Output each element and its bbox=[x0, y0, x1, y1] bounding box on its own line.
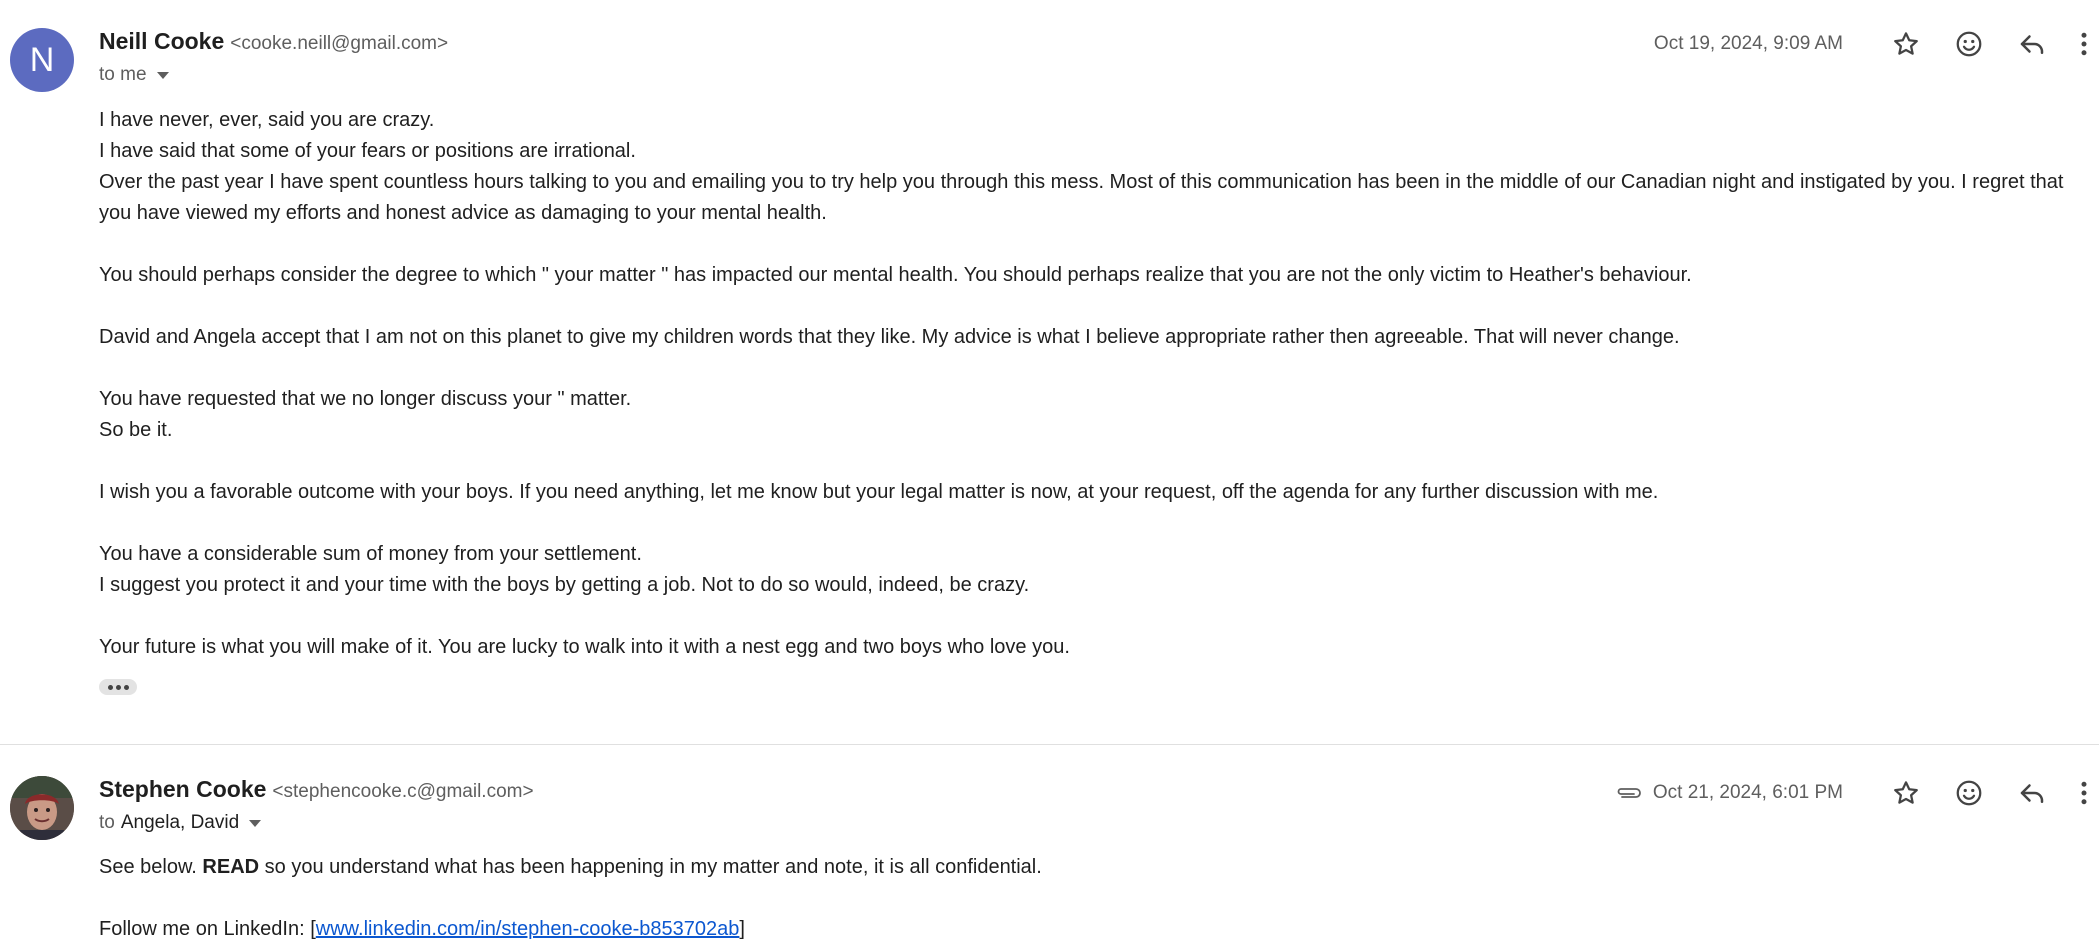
recipients-names: Angela, David bbox=[120, 812, 240, 833]
body-line: You should perhaps consider the degree t… bbox=[99, 264, 1692, 286]
chevron-down-icon[interactable] bbox=[249, 819, 262, 827]
sender-header: Neill Cooke <cooke.neill@gmail.com> bbox=[99, 28, 448, 60]
sender-name[interactable]: Neill Cooke bbox=[99, 28, 224, 55]
sender-email: <cooke.neill@gmail.com> bbox=[230, 33, 449, 54]
message-body: I have never, ever, said you are crazy. … bbox=[99, 105, 2089, 663]
star-icon[interactable] bbox=[1884, 24, 1928, 64]
body-line: Your future is what you will make of it.… bbox=[99, 636, 1070, 658]
message-divider bbox=[0, 744, 2099, 745]
more-vert-icon[interactable] bbox=[2069, 24, 2099, 64]
message-date: Oct 21, 2024, 6:01 PM bbox=[1652, 782, 1843, 803]
body-line: You have requested that we no longer dis… bbox=[99, 388, 632, 410]
body-line: You have a considerable sum of money fro… bbox=[99, 543, 642, 565]
body-line: David and Angela accept that I am not on… bbox=[99, 326, 1680, 348]
body-line: So be it. bbox=[99, 419, 173, 441]
sender-email: <stephencooke.c@gmail.com> bbox=[272, 781, 534, 802]
attachment-icon bbox=[1615, 783, 1643, 803]
message-date: Oct 19, 2024, 9:09 AM bbox=[1653, 33, 1843, 54]
sender-avatar[interactable] bbox=[10, 776, 74, 840]
body-line: I have said that some of your fears or p… bbox=[99, 140, 636, 162]
body-bold-text: READ bbox=[202, 856, 260, 878]
body-line: I have never, ever, said you are crazy. bbox=[99, 109, 435, 131]
body-line: I wish you a favorable outcome with your… bbox=[99, 481, 1659, 503]
body-text: so you understand what has been happenin… bbox=[259, 856, 1042, 878]
reply-icon[interactable] bbox=[2010, 24, 2054, 64]
sender-header: Stephen Cooke <stephencooke.c@gmail.com> bbox=[99, 776, 534, 808]
body-text: ] bbox=[739, 918, 745, 940]
linkedin-link[interactable]: www.linkedin.com/in/stephen-cooke-b85370… bbox=[316, 918, 740, 940]
recipients-toggle[interactable]: to Angela, David bbox=[99, 812, 262, 834]
reply-icon[interactable] bbox=[2010, 773, 2054, 813]
message-neill-cooke: N Neill Cooke <cooke.neill@gmail.com> to… bbox=[0, 0, 2099, 744]
body-text: See below. bbox=[99, 856, 203, 878]
body-line: Over the past year I have spent countles… bbox=[99, 171, 2064, 224]
body-line: I suggest you protect it and your time w… bbox=[99, 574, 1030, 596]
sender-name[interactable]: Stephen Cooke bbox=[99, 776, 266, 803]
message-actions: Oct 19, 2024, 9:09 AM bbox=[1654, 24, 2099, 64]
recipients-label: to bbox=[99, 812, 115, 833]
show-trimmed-content-button[interactable] bbox=[99, 679, 137, 695]
body-line: Follow me on LinkedIn: [www.linkedin.com… bbox=[99, 914, 2089, 945]
chevron-down-icon[interactable] bbox=[156, 71, 169, 79]
emoji-icon[interactable] bbox=[1947, 24, 1991, 64]
profile-photo-icon bbox=[10, 776, 74, 840]
body-text: Follow me on LinkedIn: [ bbox=[99, 918, 316, 940]
more-vert-icon[interactable] bbox=[2069, 773, 2099, 813]
recipients-toggle[interactable]: to me bbox=[99, 64, 169, 86]
star-icon[interactable] bbox=[1884, 773, 1928, 813]
message-stephen-cooke: Stephen Cooke <stephencooke.c@gmail.com>… bbox=[0, 766, 2099, 942]
message-body: See below. READ so you understand what h… bbox=[99, 852, 2089, 945]
emoji-icon[interactable] bbox=[1947, 773, 1991, 813]
message-actions: Oct 21, 2024, 6:01 PM bbox=[1615, 773, 2099, 813]
body-line: See below. READ so you understand what h… bbox=[99, 852, 2089, 883]
sender-avatar[interactable]: N bbox=[10, 28, 74, 92]
recipients-label: to me bbox=[99, 64, 147, 85]
